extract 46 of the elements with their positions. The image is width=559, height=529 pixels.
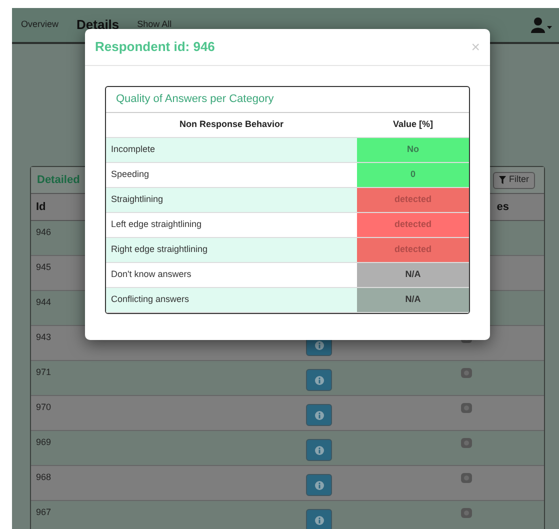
value-cell: 0 <box>357 163 469 187</box>
status-icon <box>461 368 472 378</box>
status-icon <box>461 403 472 413</box>
info-icon <box>314 410 324 420</box>
value-cell: detected <box>357 213 469 237</box>
filter-icon <box>499 176 506 184</box>
info-icon <box>314 516 324 524</box>
filter-button[interactable]: Filter <box>493 172 535 188</box>
id-cell-text: 944 <box>36 296 52 309</box>
info-icon <box>314 340 324 350</box>
value-cell: No <box>357 138 469 162</box>
column-header: Non Response Behavior <box>179 118 284 132</box>
behavior-label: Straightlining <box>111 193 164 206</box>
value-cell: N/A <box>357 263 469 287</box>
panel-title: Detailed <box>37 172 80 188</box>
id-cell-text: 971 <box>36 366 52 379</box>
column-header: Value [%] <box>392 118 433 132</box>
table-title: Quality of Answers per Category <box>116 92 274 108</box>
column-header: Id <box>35 200 47 215</box>
status-icon <box>461 438 472 448</box>
behavior-label: Right edge straightlining <box>111 243 208 256</box>
behavior-label: Don't know answers <box>111 268 192 282</box>
behavior-label: Left edge straightlining <box>111 218 202 232</box>
behavior-label: Incomplete <box>111 143 156 156</box>
id-cell-text: 945 <box>36 261 52 274</box>
user-icon[interactable] <box>531 17 553 33</box>
status-icon <box>461 508 472 518</box>
info-icon <box>314 446 324 454</box>
info-icon <box>314 376 324 384</box>
value-cell: detected <box>357 238 469 262</box>
behavior-label: Speeding <box>111 168 150 182</box>
modal-title: Respondent id: 946 <box>95 38 215 56</box>
id-cell-text: 967 <box>36 506 52 519</box>
id-cell-text: 969 <box>36 436 52 449</box>
value-cell: N/A <box>357 288 469 312</box>
status-icon <box>461 473 472 483</box>
value-cell: detected <box>357 188 469 212</box>
nav-tab[interactable]: Overview <box>21 18 59 32</box>
id-cell-text: 946 <box>36 226 52 239</box>
behavior-label: Conflicting answers <box>111 293 190 306</box>
info-icon <box>314 480 324 490</box>
id-cell-text: 970 <box>36 401 52 414</box>
nav-tab[interactable]: Show All <box>137 18 172 32</box>
column-header: es <box>496 200 509 215</box>
id-cell-text: 943 <box>36 331 52 344</box>
id-cell-text: 968 <box>36 471 52 484</box>
